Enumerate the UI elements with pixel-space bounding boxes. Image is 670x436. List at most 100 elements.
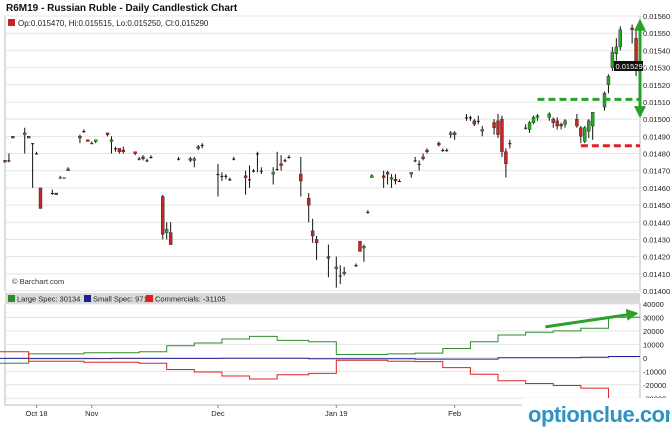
candle-down bbox=[86, 139, 90, 142]
candle-up bbox=[66, 168, 70, 171]
candle-down bbox=[196, 146, 200, 149]
candle-up bbox=[480, 129, 484, 132]
candle-down bbox=[145, 160, 149, 162]
watermark-text: optionclue.com bbox=[528, 402, 670, 427]
candle-down bbox=[496, 120, 500, 135]
x-tick-label: Oct 18 bbox=[26, 409, 48, 418]
price-tick-label: 0.014000 bbox=[643, 287, 670, 296]
candle-down bbox=[500, 118, 504, 152]
price-axis: 0.014000 0.014100 0.014200 0.014300 0.014400… bbox=[643, 12, 670, 296]
candle-down bbox=[220, 175, 224, 177]
price-tick-label: 0.014600 bbox=[643, 184, 670, 193]
candle-up bbox=[606, 75, 611, 85]
legend-small-spec: Small Spec: 971 bbox=[93, 295, 148, 304]
candle-down bbox=[504, 151, 508, 165]
candle-down bbox=[452, 132, 457, 135]
candle-down bbox=[137, 158, 141, 160]
candle-up bbox=[448, 132, 453, 135]
price-tick-label: 0.015000 bbox=[643, 115, 670, 124]
candle-up bbox=[389, 177, 394, 180]
price-tick-label: 0.015500 bbox=[643, 29, 670, 38]
candle-down bbox=[275, 168, 279, 170]
candle-down bbox=[188, 158, 193, 161]
cot-panel bbox=[4, 303, 641, 406]
candle-down bbox=[299, 173, 303, 182]
candle-down bbox=[445, 150, 449, 152]
chart-window: R6M19 - Russian Ruble - Daily Candlestic… bbox=[0, 0, 670, 431]
candle-up bbox=[618, 29, 622, 48]
price-tick-label: 0.014100 bbox=[643, 270, 670, 279]
legend-commercials: Commercials: -31105 bbox=[155, 295, 226, 304]
candlestick-chart: R6M19 - Russian Ruble - Daily Candlestic… bbox=[0, 3, 670, 418]
candle-down bbox=[58, 177, 62, 179]
candle-up bbox=[409, 172, 413, 175]
candle-down bbox=[105, 132, 110, 135]
cot-tick-label: -20000 bbox=[643, 381, 666, 390]
candle-down bbox=[90, 143, 94, 145]
price-tick-label: 0.014500 bbox=[643, 201, 670, 210]
candle-up bbox=[271, 172, 275, 175]
candle-down bbox=[279, 163, 283, 166]
candle-down bbox=[555, 120, 559, 127]
price-tick-label: 0.014200 bbox=[643, 253, 670, 262]
candle-up bbox=[563, 120, 567, 125]
candle-up bbox=[583, 127, 587, 142]
candle-down bbox=[243, 175, 248, 178]
candle-down bbox=[508, 143, 512, 145]
candle-down bbox=[255, 153, 259, 155]
price-tick-label: 0.015600 bbox=[643, 12, 670, 21]
candle-up bbox=[527, 122, 532, 130]
watermark: optionclue.com bbox=[522, 398, 670, 431]
cot-tick-label: 10000 bbox=[643, 340, 664, 349]
cot-tick-label: 0 bbox=[643, 354, 647, 363]
candle-up bbox=[362, 246, 366, 249]
last-price-tag: 0.015290 bbox=[616, 62, 647, 71]
candle-up bbox=[590, 112, 595, 127]
ohlc-readout: Op:0.015470, Hi:0.015515, Lo:0.015250, C… bbox=[18, 19, 209, 28]
candle-down bbox=[259, 170, 263, 172]
candle-down bbox=[26, 136, 31, 139]
candle-down bbox=[630, 27, 634, 30]
x-tick-label: Jan 19 bbox=[325, 409, 348, 418]
candle-down bbox=[468, 117, 472, 119]
candle-down bbox=[425, 149, 429, 152]
candle-down bbox=[338, 275, 342, 277]
price-tick-label: 0.015100 bbox=[643, 98, 670, 107]
candle-down bbox=[551, 118, 555, 123]
candle-down bbox=[50, 193, 54, 195]
candle-down bbox=[251, 170, 255, 172]
candle-down bbox=[141, 156, 145, 159]
candle-down bbox=[464, 117, 468, 119]
candle-down bbox=[283, 160, 287, 162]
candle-down bbox=[78, 136, 82, 139]
candle-down bbox=[161, 196, 165, 235]
candle-down bbox=[326, 256, 331, 259]
candle-up bbox=[531, 117, 536, 123]
barchart-credit: © Barchart.com bbox=[12, 277, 64, 286]
legend-small-swatch bbox=[84, 295, 91, 302]
candle-down bbox=[62, 177, 66, 179]
candle-down bbox=[216, 174, 220, 176]
candle-down bbox=[133, 151, 137, 154]
cot-tick-label: 40000 bbox=[643, 300, 664, 309]
candle-down bbox=[385, 172, 390, 175]
candle-up bbox=[165, 228, 169, 233]
candle-up bbox=[547, 113, 551, 118]
candle-down bbox=[393, 179, 398, 182]
candle-down bbox=[177, 158, 181, 160]
candle-down bbox=[437, 142, 441, 146]
cot-tick-label: 30000 bbox=[643, 313, 664, 322]
cot-tick-label: -10000 bbox=[643, 367, 666, 376]
candle-down bbox=[417, 163, 421, 165]
candle-down bbox=[35, 153, 39, 155]
candle-up bbox=[587, 120, 591, 132]
candle-down bbox=[149, 156, 153, 158]
candle-down bbox=[113, 148, 117, 150]
x-tick-label: Dec bbox=[211, 409, 225, 418]
legend-large-spec: Large Spec: 30134 bbox=[17, 295, 80, 304]
candle-down bbox=[38, 187, 43, 209]
candle-down bbox=[82, 131, 86, 133]
candle-up bbox=[342, 271, 346, 275]
candle-down bbox=[7, 160, 11, 162]
candle-down bbox=[381, 175, 386, 178]
